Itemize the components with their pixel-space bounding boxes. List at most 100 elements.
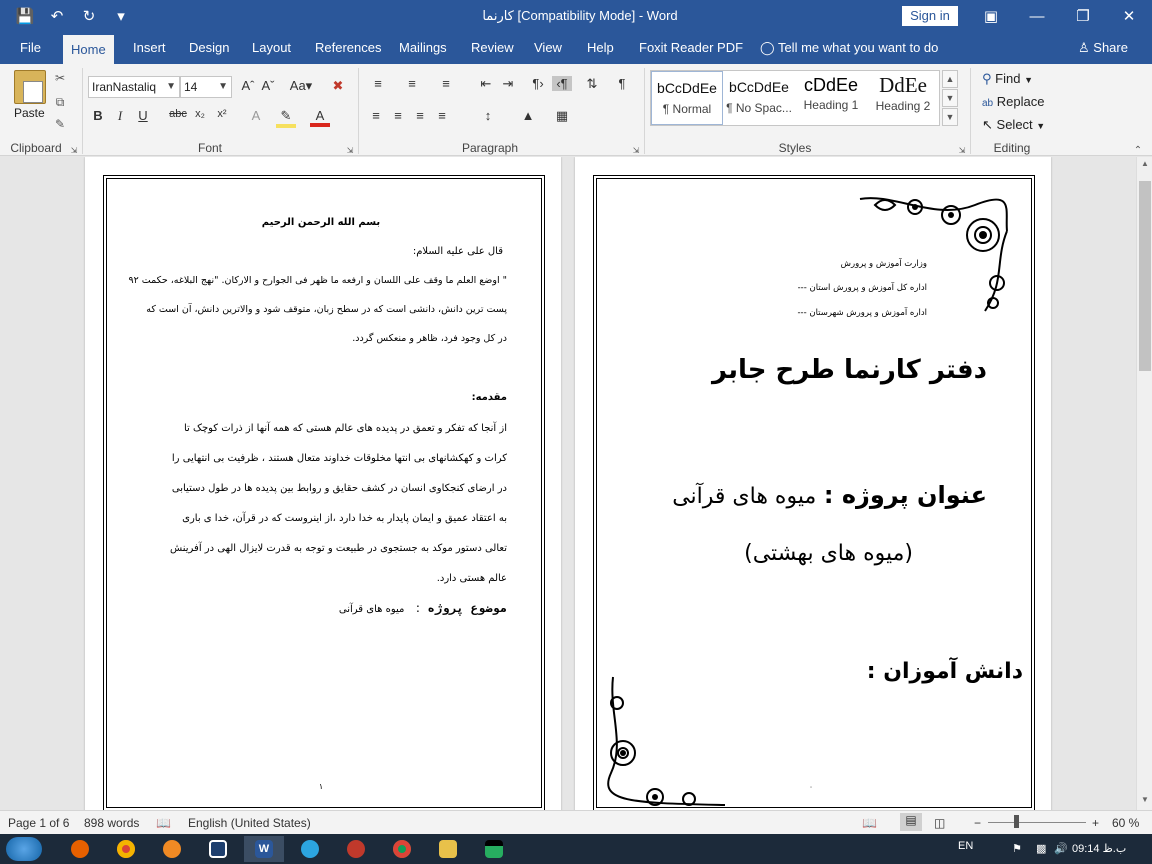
styles-more-icon[interactable]: ▼ xyxy=(942,108,958,126)
file-explorer-icon[interactable] xyxy=(428,836,468,862)
web-layout-icon[interactable]: ◫ xyxy=(934,816,945,830)
clipboard-launcher-icon[interactable]: ⇲ xyxy=(66,142,82,158)
proofing-icon[interactable]: 📖 xyxy=(156,816,171,830)
undo-icon[interactable]: ↶ xyxy=(46,6,68,26)
align-right-icon[interactable]: ≡ xyxy=(410,108,430,123)
font-name-combo[interactable]: IranNastaliq ▼ xyxy=(88,76,180,98)
language-indicator[interactable]: English (United States) xyxy=(188,816,311,830)
app-flag-icon[interactable] xyxy=(474,836,514,862)
app-icon[interactable] xyxy=(152,836,192,862)
network-tray-icon[interactable]: ▩ xyxy=(1036,842,1046,855)
multilevel-list-icon[interactable]: ≡ xyxy=(436,76,456,91)
bullets-icon[interactable]: ≡ xyxy=(368,76,388,91)
scroll-thumb[interactable] xyxy=(1139,181,1151,371)
ltr-direction-icon[interactable]: ¶› xyxy=(528,76,548,91)
decrease-indent-icon[interactable]: ⇤ xyxy=(476,76,496,92)
font-size-combo[interactable]: 14 ▼ xyxy=(180,76,232,98)
chrome-icon[interactable] xyxy=(106,836,146,862)
numbering-icon[interactable]: ≡ xyxy=(402,76,422,91)
tab-review[interactable]: Review xyxy=(463,32,522,64)
paste-button[interactable]: Paste xyxy=(14,106,45,120)
select-button[interactable]: ↖ Select ▼ xyxy=(982,117,1045,133)
document-page-right[interactable]: وزارت آموزش و پرورش اداره کل آموزش و پرو… xyxy=(575,157,1051,810)
maximize-button[interactable]: ❐ xyxy=(1060,0,1106,32)
zoom-level[interactable]: 60 % xyxy=(1112,816,1139,830)
tab-view[interactable]: View xyxy=(526,32,570,64)
copy-icon[interactable]: ⧉ xyxy=(52,94,68,110)
italic-icon[interactable]: I xyxy=(110,108,130,124)
save-icon[interactable]: 💾 xyxy=(14,6,36,26)
windows-start-icon[interactable] xyxy=(6,837,42,861)
word-taskbar-icon[interactable]: W xyxy=(244,836,284,862)
zoom-slider[interactable] xyxy=(988,822,1086,823)
cut-icon[interactable]: ✂ xyxy=(52,70,68,86)
page-count[interactable]: Page 1 of 6 xyxy=(8,816,69,830)
style-heading-1[interactable]: cDdEe Heading 1 xyxy=(795,71,867,125)
styles-scroll-down-icon[interactable]: ▼ xyxy=(942,89,958,107)
text-effects-icon[interactable]: A xyxy=(246,108,266,123)
clock[interactable]: 09:14 ب.ظ xyxy=(1072,842,1126,855)
close-button[interactable]: ✕ xyxy=(1106,0,1152,32)
scroll-up-icon[interactable]: ▲ xyxy=(1137,159,1152,173)
tab-layout[interactable]: Layout xyxy=(244,32,299,64)
tell-me-search[interactable]: ◯ Tell me what you want to do xyxy=(752,32,946,64)
taskview-icon[interactable] xyxy=(198,836,238,862)
superscript-icon[interactable]: x² xyxy=(212,108,232,120)
format-painter-icon[interactable]: ✎ xyxy=(52,116,68,132)
underline-icon[interactable]: U xyxy=(133,108,153,123)
volume-tray-icon[interactable]: 🔊 xyxy=(1054,842,1068,855)
shrink-font-icon[interactable]: Aˇ xyxy=(258,78,278,93)
tab-help[interactable]: Help xyxy=(579,32,622,64)
chrome-alt-icon[interactable] xyxy=(382,836,422,862)
style-heading-2[interactable]: DdEe Heading 2 xyxy=(867,71,939,125)
print-layout-icon[interactable]: ▤ xyxy=(900,813,922,831)
strikethrough-icon[interactable]: abc xyxy=(168,108,188,120)
tab-insert[interactable]: Insert xyxy=(125,32,174,64)
show-marks-icon[interactable]: ¶ xyxy=(612,76,632,91)
clear-formatting-icon[interactable]: ✖ xyxy=(328,78,348,94)
zoom-slider-thumb[interactable] xyxy=(1014,815,1019,828)
borders-icon[interactable]: ▦ xyxy=(552,108,572,124)
font-launcher-icon[interactable]: ⇲ xyxy=(342,142,358,158)
styles-launcher-icon[interactable]: ⇲ xyxy=(954,142,970,158)
bold-icon[interactable]: B xyxy=(88,108,108,123)
vertical-scrollbar[interactable]: ▲ ▼ xyxy=(1136,157,1152,810)
zoom-out-icon[interactable]: − xyxy=(974,816,981,830)
document-area[interactable]: بسم الله الرحمن الرحیم قال علی علیه السل… xyxy=(0,157,1136,810)
increase-indent-icon[interactable]: ⇥ xyxy=(498,76,518,92)
find-button[interactable]: ⚲ Find ▼ xyxy=(982,71,1033,87)
zoom-in-icon[interactable]: + xyxy=(1092,816,1099,830)
redo-icon[interactable]: ↻ xyxy=(78,6,100,26)
replace-button[interactable]: ab Replace xyxy=(982,94,1044,109)
sort-icon[interactable]: ⇅ xyxy=(582,76,602,92)
share-button[interactable]: ♙ Share xyxy=(1078,32,1128,64)
tab-design[interactable]: Design xyxy=(181,32,237,64)
line-spacing-icon[interactable]: ↕ xyxy=(478,108,498,123)
collapse-ribbon-icon[interactable]: ⌃ xyxy=(1130,142,1146,158)
firefox-icon[interactable] xyxy=(60,836,100,862)
app-red-icon[interactable] xyxy=(336,836,376,862)
shading-icon[interactable]: ▲ xyxy=(518,108,538,123)
telegram-icon[interactable] xyxy=(290,836,330,862)
tab-mailings[interactable]: Mailings xyxy=(391,32,455,64)
paragraph-launcher-icon[interactable]: ⇲ xyxy=(628,142,644,158)
subscript-icon[interactable]: x₂ xyxy=(190,108,210,120)
tab-file[interactable]: File xyxy=(12,32,49,64)
document-page-left[interactable]: بسم الله الرحمن الرحیم قال علی علیه السل… xyxy=(85,157,561,810)
scroll-down-icon[interactable]: ▼ xyxy=(1137,795,1152,809)
read-mode-icon[interactable]: 📖 xyxy=(862,816,877,830)
tab-references[interactable]: References xyxy=(307,32,389,64)
highlight-color-icon[interactable]: ✎ xyxy=(276,108,296,128)
rtl-direction-icon[interactable]: ‹¶ xyxy=(552,76,572,91)
ribbon-display-options-icon[interactable]: ▣ xyxy=(968,0,1014,32)
align-center-icon[interactable]: ≡ xyxy=(388,108,408,123)
sign-in-button[interactable]: Sign in xyxy=(902,6,958,26)
flag-tray-icon[interactable]: ⚑ xyxy=(1012,842,1022,855)
styles-scroll-up-icon[interactable]: ▲ xyxy=(942,70,958,88)
paste-icon[interactable] xyxy=(14,70,46,104)
style-no-spacing[interactable]: bCcDdEe ¶ No Spac... xyxy=(723,71,795,125)
word-count[interactable]: 898 words xyxy=(84,816,139,830)
style-normal[interactable]: bCcDdEe ¶ Normal xyxy=(651,71,723,125)
language-tray[interactable]: EN xyxy=(958,840,973,852)
justify-icon[interactable]: ≡ xyxy=(432,108,452,123)
